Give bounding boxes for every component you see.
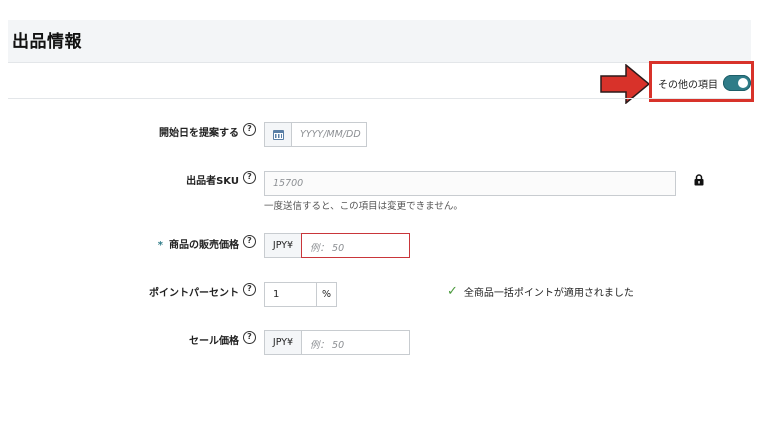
points-unit-addon: % bbox=[316, 282, 337, 307]
sale-price-currency-addon: JPY¥ bbox=[264, 330, 302, 355]
points-applied-text: 全商品一括ポイントが適用されました bbox=[463, 288, 634, 299]
lock-icon bbox=[694, 174, 704, 186]
start-date-label: 開始日を提案する bbox=[159, 128, 239, 139]
sale-price-input[interactable]: 例： 50 bbox=[301, 330, 410, 355]
sku-help-icon[interactable]: ? bbox=[243, 171, 256, 184]
calendar-button[interactable] bbox=[264, 122, 292, 147]
price-placeholder: 例： 50 bbox=[310, 243, 345, 254]
sku-value: 15700 bbox=[273, 178, 304, 189]
sku-note: 一度送信すると、この項目は変更できません。 bbox=[264, 201, 463, 212]
calendar-icon bbox=[273, 130, 284, 140]
price-help-icon[interactable]: ? bbox=[243, 235, 256, 248]
other-items-label: その他の項目 bbox=[658, 79, 718, 91]
points-value: 1 bbox=[273, 289, 280, 300]
required-mark: * bbox=[157, 240, 163, 251]
price-label: * 商品の販売価格 bbox=[158, 236, 239, 251]
page-header: 出品情報 bbox=[8, 20, 751, 63]
sale-price-help-icon[interactable]: ? bbox=[243, 331, 256, 344]
toolbar-divider bbox=[8, 98, 751, 99]
sale-price-placeholder: 例： 50 bbox=[310, 340, 345, 351]
check-icon: ✓ bbox=[447, 284, 458, 299]
start-date-help-icon[interactable]: ? bbox=[243, 123, 256, 136]
price-input[interactable]: 例： 50 bbox=[301, 233, 410, 258]
sale-price-label: セール価格 bbox=[189, 336, 239, 347]
toggle-knob bbox=[738, 78, 748, 88]
sku-field[interactable]: 15700 bbox=[264, 171, 676, 196]
sku-label: 出品者SKU bbox=[186, 176, 239, 187]
points-applied-status: ✓ 全商品一括ポイントが適用されました bbox=[447, 284, 634, 299]
start-date-input[interactable]: YYYY/MM/DD bbox=[291, 122, 367, 147]
price-currency-addon: JPY¥ bbox=[264, 233, 302, 258]
points-input[interactable]: 1 bbox=[264, 282, 317, 307]
points-help-icon[interactable]: ? bbox=[243, 283, 256, 296]
other-items-toggle-group: その他の項目 bbox=[658, 75, 751, 91]
points-label: ポイントパーセント bbox=[149, 288, 239, 299]
price-label-text: 商品の販売価格 bbox=[169, 240, 239, 251]
page-title: 出品情報 bbox=[12, 32, 82, 52]
other-items-toggle[interactable] bbox=[723, 75, 751, 91]
start-date-placeholder: YYYY/MM/DD bbox=[300, 129, 361, 140]
